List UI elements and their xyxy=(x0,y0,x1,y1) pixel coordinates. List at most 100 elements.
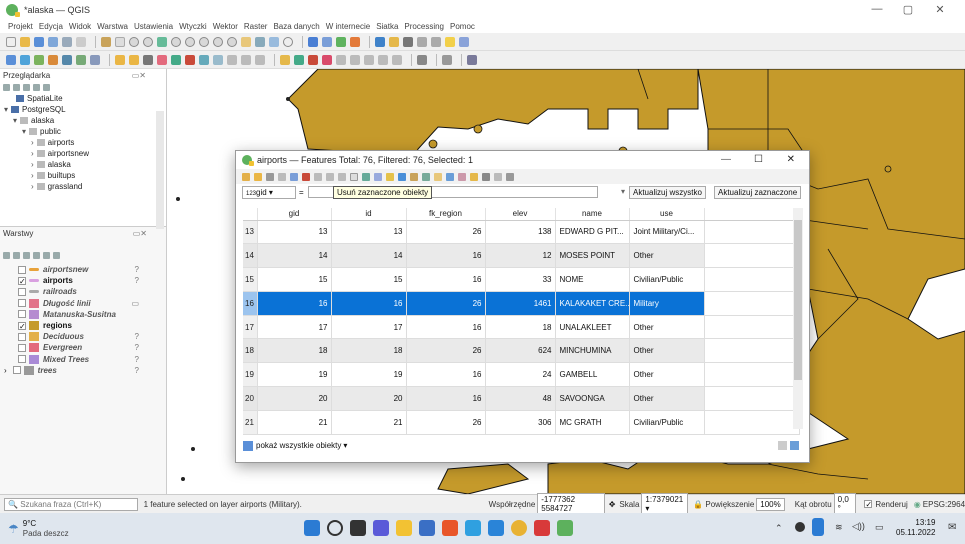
weather-icon[interactable]: ☂ xyxy=(8,522,19,536)
zoom-field[interactable]: 100% xyxy=(756,497,785,511)
expand-arrow-icon[interactable]: › xyxy=(31,138,34,147)
zoom-full-icon[interactable] xyxy=(157,36,167,47)
toggle-editing-icon[interactable] xyxy=(242,172,250,181)
table-row[interactable]: 21 21 21 26 306 MC GRATH Civilian/Public xyxy=(243,410,800,435)
copy-icon[interactable] xyxy=(326,172,334,181)
cell-fk_region[interactable]: 26 xyxy=(406,291,486,316)
expand-arrow-icon[interactable]: › xyxy=(31,160,34,169)
cell-elev[interactable]: 33 xyxy=(485,267,556,292)
actions-icon[interactable] xyxy=(494,172,502,181)
column-header-elev[interactable]: elev xyxy=(485,208,556,221)
zoom-layer-icon[interactable] xyxy=(185,36,195,47)
label-highlight-icon[interactable] xyxy=(308,54,318,65)
layer-item[interactable]: Matanuska-Susitna xyxy=(0,309,167,320)
column-header-gid[interactable]: gid xyxy=(257,208,332,221)
python-console-icon[interactable] xyxy=(417,54,427,65)
collapse-all-icon[interactable] xyxy=(43,251,50,259)
dialog-minimize-icon[interactable]: — xyxy=(721,154,731,165)
browser-item[interactable]: ▾ PostgreSQL xyxy=(0,104,160,115)
layer-visibility-checkbox[interactable] xyxy=(18,287,26,296)
row-index[interactable]: 19 xyxy=(243,362,258,388)
row-index[interactable]: 14 xyxy=(243,243,258,269)
cell-id[interactable]: 15 xyxy=(331,267,407,292)
menu-item[interactable]: Baza danych xyxy=(273,22,319,31)
style-icon[interactable] xyxy=(3,251,10,259)
search-icon[interactable] xyxy=(327,520,343,536)
add-feature-icon[interactable] xyxy=(290,172,298,181)
cell-id[interactable]: 18 xyxy=(331,338,407,364)
cell-fk_region[interactable]: 16 xyxy=(406,315,486,340)
processing-toolbox-icon[interactable] xyxy=(467,54,477,65)
update-selected-button[interactable]: Aktualizuj zaznaczone xyxy=(714,186,802,199)
panel-float-close-icon[interactable]: ▭✕ xyxy=(132,71,146,80)
cell-id[interactable]: 14 xyxy=(331,243,407,269)
tray-app-icon[interactable] xyxy=(795,522,805,532)
column-header-fk_region[interactable]: fk_region xyxy=(406,208,486,221)
add-spatialite-icon[interactable] xyxy=(34,54,44,65)
menu-item[interactable]: Wtyczki xyxy=(179,22,207,31)
browser-item[interactable]: › airportsnew xyxy=(0,148,160,159)
add-group-icon[interactable] xyxy=(13,251,20,259)
cell-id[interactable]: 19 xyxy=(331,362,407,388)
crs-globe-icon[interactable]: ◉ xyxy=(914,500,921,509)
render-checkbox[interactable]: ✓ xyxy=(864,500,873,509)
delete-selected-icon[interactable] xyxy=(302,172,310,181)
save-project-icon[interactable] xyxy=(34,36,44,47)
cell-fk_region[interactable]: 16 xyxy=(406,243,486,269)
cell-use[interactable]: Joint Military/Ci... xyxy=(629,220,705,245)
cell-use[interactable]: Other xyxy=(629,338,705,364)
refresh-icon[interactable] xyxy=(283,36,293,47)
save-edits-icon[interactable] xyxy=(266,172,274,181)
menu-item[interactable]: Warstwa xyxy=(97,22,128,31)
row-index[interactable]: 16 xyxy=(243,291,258,316)
save-edits-icon[interactable] xyxy=(143,54,153,65)
menu-item[interactable]: Wektor xyxy=(213,22,238,31)
identify-icon[interactable] xyxy=(350,36,360,47)
search-tools-icon[interactable] xyxy=(459,36,469,47)
map-tips-icon[interactable] xyxy=(445,36,455,47)
row-index[interactable]: 15 xyxy=(243,267,258,292)
minimize-icon[interactable]: — xyxy=(862,3,892,15)
browser-item[interactable]: › grassland xyxy=(0,181,160,192)
layer-visibility-checkbox[interactable] xyxy=(18,343,26,352)
dock-icon[interactable] xyxy=(506,172,514,181)
clock[interactable]: 13:19 05.11.2022 xyxy=(896,518,935,538)
remove-layer-icon[interactable] xyxy=(53,251,60,259)
zoom-next-icon[interactable] xyxy=(227,36,237,47)
open-project-icon[interactable] xyxy=(20,36,30,47)
delete-selected-icon[interactable] xyxy=(185,54,195,65)
cell-use[interactable]: Military xyxy=(629,291,705,316)
coordinate-field[interactable]: -1777362 5584727 xyxy=(537,493,605,515)
wifi-icon[interactable]: ≋ xyxy=(835,522,843,533)
microphone-icon[interactable] xyxy=(812,518,824,536)
add-vector-icon[interactable] xyxy=(76,54,86,65)
cell-fk_region[interactable]: 26 xyxy=(406,338,486,364)
field-calculator-icon[interactable] xyxy=(389,36,399,47)
layer-visibility-checkbox[interactable] xyxy=(12,366,21,375)
cell-elev[interactable]: 306 xyxy=(485,410,556,435)
layer-item[interactable]: › trees? xyxy=(0,365,167,376)
coordinate-toggle-icon[interactable]: ✥ xyxy=(609,500,616,509)
cell-name[interactable]: KALAKAKET CRE... xyxy=(555,291,630,316)
cell-name[interactable]: EDWARD G PIT... xyxy=(555,220,630,245)
cell-use[interactable]: Other xyxy=(629,243,705,269)
expand-arrow-icon[interactable]: › xyxy=(31,171,34,180)
cell-use[interactable]: Civilian/Public xyxy=(629,267,705,292)
cell-gid[interactable]: 19 xyxy=(257,362,332,388)
select-features-icon[interactable] xyxy=(308,36,318,47)
cell-id[interactable]: 17 xyxy=(331,315,407,340)
filter-icon[interactable] xyxy=(23,83,30,91)
select-all-icon[interactable] xyxy=(362,172,370,181)
new-map-view-icon[interactable] xyxy=(241,36,251,47)
table-row[interactable]: 13 13 13 26 138 EDWARD G PIT... Joint Military… xyxy=(243,220,800,245)
cell-id[interactable]: 20 xyxy=(331,386,407,411)
form-view-icon[interactable] xyxy=(778,441,787,450)
new-field-icon[interactable] xyxy=(446,172,454,181)
row-index[interactable]: 20 xyxy=(243,386,258,411)
lock-icon[interactable]: 🔒 xyxy=(693,500,703,509)
temporal-icon[interactable] xyxy=(269,36,279,47)
office-icon[interactable] xyxy=(442,520,458,536)
cut-icon[interactable] xyxy=(314,172,322,181)
filter-legend-icon[interactable] xyxy=(23,251,30,259)
layer-visibility-checkbox[interactable] xyxy=(18,332,26,341)
